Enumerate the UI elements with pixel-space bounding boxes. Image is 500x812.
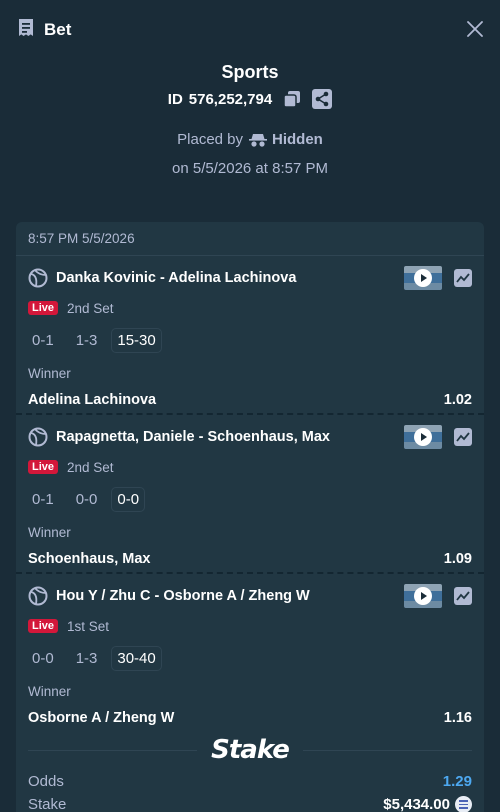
score-row: 0-1 0-0 0-0 (28, 486, 472, 512)
live-stream-thumbnail[interactable] (404, 266, 442, 290)
close-button[interactable] (464, 18, 486, 40)
game-score: 1-3 (75, 331, 98, 349)
odds-label: Odds (28, 773, 64, 790)
copy-button[interactable] (282, 89, 302, 109)
event-name[interactable]: Hou Y / Zhu C - Osborne A / Zheng W (56, 588, 404, 604)
score-row: 0-0 1-3 30-40 (28, 645, 472, 671)
market-label: Winner (28, 366, 71, 381)
bet-id-row: ID 576,252,794 (0, 89, 500, 109)
live-stream-thumbnail[interactable] (404, 425, 442, 449)
play-icon (414, 587, 432, 605)
selection-row: Adelina Lachinova 1.02 (28, 392, 472, 408)
stake-amount: $5,434.00 (383, 796, 472, 812)
event-name[interactable]: Rapagnetta, Daniele - Schoenhaus, Max (56, 429, 404, 445)
selection-row: Osborne A / Zheng W 1.16 (28, 710, 472, 726)
live-stream-thumbnail[interactable] (404, 584, 442, 608)
bet-summary: Sports ID 576,252,794 Placed by Hidden o… (0, 62, 500, 177)
market-label: Winner (28, 684, 71, 699)
stake-logo: Stake (211, 735, 290, 765)
stake-row: Stake $5,434.00 (28, 793, 472, 812)
placed-by-row: Placed by Hidden (0, 131, 500, 148)
set-label: 2nd Set (67, 300, 114, 316)
odds-value: 1.29 (442, 773, 472, 790)
event-header: Rapagnetta, Daniele - Schoenhaus, Max (28, 415, 472, 455)
copy-icon (283, 91, 301, 108)
live-status-row: Live 2nd Set (28, 458, 472, 476)
play-icon (414, 428, 432, 446)
placed-by-user-name: Hidden (272, 131, 323, 148)
bet-id-label: ID (167, 90, 183, 108)
event-header: Danka Kovinic - Adelina Lachinova (28, 256, 472, 296)
selection-name: Schoenhaus, Max (28, 551, 151, 567)
close-icon (467, 21, 483, 37)
bet-id-value: 576,252,794 (188, 90, 273, 108)
brand-divider: Stake (28, 730, 473, 770)
tennis-ball-icon (28, 586, 48, 606)
live-status-row: Live 2nd Set (28, 299, 472, 317)
set-label: 2nd Set (67, 459, 114, 475)
event-item: Hou Y / Zhu C - Osborne A / Zheng W Live… (16, 574, 484, 733)
live-status-row: Live 1st Set (28, 617, 472, 635)
point-score: 30-40 (111, 645, 162, 671)
selection-name: Osborne A / Zheng W (28, 710, 175, 726)
placed-date: on 5/5/2026 at 8:57 PM (172, 160, 328, 177)
game-score: 1-3 (75, 649, 98, 667)
selection-odds: 1.16 (443, 710, 472, 726)
event-item: Rapagnetta, Daniele - Schoenhaus, Max Li… (16, 415, 484, 574)
sport-title: Sports (221, 62, 279, 82)
live-badge: Live (28, 301, 59, 315)
point-score: 0-0 (111, 486, 146, 512)
incognito-icon (249, 133, 268, 147)
bet-card: 8:57 PM 5/5/2026 Danka Kovinic - Adelina… (16, 222, 484, 812)
divider-line (28, 749, 198, 751)
stake-label: Stake (28, 796, 67, 812)
set-score: 0-1 (32, 331, 54, 349)
set-score: 0-0 (32, 649, 54, 667)
stats-chart-icon[interactable] (454, 587, 472, 605)
stats-chart-icon[interactable] (454, 428, 472, 446)
live-badge: Live (28, 460, 59, 474)
modal-title: Bet (44, 20, 72, 39)
divider-line (302, 749, 473, 751)
event-header: Hou Y / Zhu C - Osborne A / Zheng W (28, 574, 472, 614)
stake-value: $5,434.00 (383, 796, 450, 812)
placed-by-user: Hidden (249, 131, 323, 148)
market-label: Winner (28, 525, 71, 540)
title-wrap: Bet (16, 18, 71, 43)
odds-row: Odds 1.29 (28, 770, 472, 793)
modal-header: Bet (0, 0, 500, 60)
placed-by-label: Placed by (177, 131, 244, 148)
event-name[interactable]: Danka Kovinic - Adelina Lachinova (56, 270, 404, 286)
tennis-ball-icon (28, 427, 48, 447)
play-icon (414, 269, 432, 287)
selection-row: Schoenhaus, Max 1.09 (28, 551, 472, 567)
event-item: Danka Kovinic - Adelina Lachinova Live 2… (16, 256, 484, 415)
share-icon (312, 89, 333, 109)
selection-name: Adelina Lachinova (28, 392, 157, 408)
tennis-ball-icon (28, 268, 48, 288)
bet-totals: Odds 1.29 Stake $5,434.00 (28, 770, 472, 812)
receipt-icon (16, 18, 36, 43)
selection-odds: 1.02 (443, 392, 472, 408)
selection-odds: 1.09 (443, 551, 472, 567)
bet-timestamp: 8:57 PM 5/5/2026 (16, 222, 484, 256)
set-label: 1st Set (67, 618, 110, 634)
share-button[interactable] (312, 89, 333, 109)
stats-chart-icon[interactable] (454, 269, 472, 287)
live-badge: Live (28, 619, 59, 633)
point-score: 15-30 (111, 327, 162, 353)
score-row: 0-1 1-3 15-30 (28, 327, 472, 353)
game-score: 0-0 (75, 490, 98, 508)
currency-icon (455, 796, 472, 812)
set-score: 0-1 (32, 490, 54, 508)
